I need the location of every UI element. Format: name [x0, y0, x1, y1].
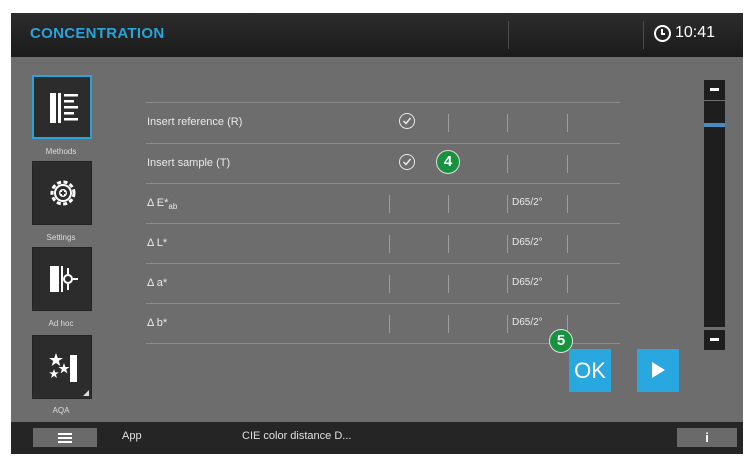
unit-label: D65/2°: [512, 277, 543, 288]
column-divider: [507, 235, 508, 253]
sidebar-item-ad-hoc[interactable]: [32, 247, 92, 311]
row-label: Δ L*: [147, 237, 168, 249]
check-icon: [399, 154, 415, 170]
next-button[interactable]: [637, 349, 679, 392]
methods-list-icon: [50, 93, 78, 123]
sidebar-item-methods[interactable]: [32, 75, 92, 139]
menu-button[interactable]: [33, 428, 97, 447]
sidebar-label-settings: Settings: [46, 233, 76, 242]
table-row: Δ a* D65/2°: [146, 264, 620, 304]
menu-icon: [58, 433, 72, 435]
row-label: Δ b*: [147, 317, 168, 329]
column-divider: [567, 114, 568, 132]
unit-label: D65/2°: [512, 237, 543, 248]
column-divider: [448, 275, 449, 293]
unit-label: D65/2°: [512, 197, 543, 208]
column-divider: [389, 315, 390, 333]
stars-icon: [49, 353, 77, 382]
sidebar-label-methods: Methods: [45, 147, 77, 156]
app-label: App: [122, 430, 142, 442]
ok-button[interactable]: OK: [569, 349, 611, 392]
table-row: Δ L* D65/2°: [146, 224, 620, 264]
clock-icon: [654, 24, 671, 42]
table-row: Δ E*ab D65/2°: [146, 184, 620, 224]
clock: 10:41: [654, 24, 715, 42]
check-icon: [399, 113, 415, 129]
table-row: Insert reference (R): [146, 103, 620, 143]
title-divider: [643, 21, 644, 49]
device-screen: CONCENTRATION 10:41 Methods Settings Ad …: [11, 13, 743, 454]
column-divider: [567, 195, 568, 213]
column-divider: [448, 235, 449, 253]
column-divider: [389, 195, 390, 213]
corner-indicator: [83, 390, 89, 396]
column-divider: [567, 275, 568, 293]
column-divider: [507, 114, 508, 132]
sidebar-item-aqa[interactable]: [32, 335, 92, 399]
column-divider: [448, 315, 449, 333]
table-row: Insert sample (T): [146, 144, 620, 184]
scrollbar-thumb[interactable]: [704, 123, 725, 127]
main-content: Methods Settings Ad hoc AQA Insert refer…: [11, 57, 743, 422]
column-divider: [507, 315, 508, 333]
callout-badge: 4: [436, 150, 460, 174]
sidebar-label-aqa: AQA: [52, 406, 70, 415]
title-divider: [508, 21, 509, 49]
page-title: CONCENTRATION: [30, 25, 165, 42]
info-button[interactable]: i: [677, 428, 737, 447]
column-divider: [389, 275, 390, 293]
column-divider: [507, 155, 508, 173]
row-label: Δ E*ab: [147, 197, 178, 212]
column-divider: [507, 275, 508, 293]
title-bar: CONCENTRATION 10:41: [11, 13, 743, 57]
sidebar-item-settings[interactable]: [32, 161, 92, 225]
column-divider: [567, 235, 568, 253]
scroll-up-button[interactable]: [704, 80, 725, 100]
row-label: Δ a*: [147, 277, 168, 289]
sidebar-label-ad-hoc: Ad hoc: [48, 319, 74, 328]
column-divider: [448, 114, 449, 132]
bottom-bar: App CIE color distance D... i: [11, 422, 743, 454]
row-label: Insert sample (T): [147, 157, 231, 169]
gear-icon: [50, 180, 76, 206]
clock-time: 10:41: [675, 24, 716, 41]
column-divider: [507, 195, 508, 213]
scrollbar-track[interactable]: [704, 101, 725, 327]
column-divider: [448, 195, 449, 213]
column-divider: [389, 235, 390, 253]
column-divider: [567, 155, 568, 173]
ad-hoc-icon: [50, 266, 78, 292]
scroll-down-button[interactable]: [704, 330, 725, 350]
unit-label: D65/2°: [512, 317, 543, 328]
status-text: CIE color distance D...: [242, 430, 352, 442]
row-label: Insert reference (R): [147, 116, 243, 128]
